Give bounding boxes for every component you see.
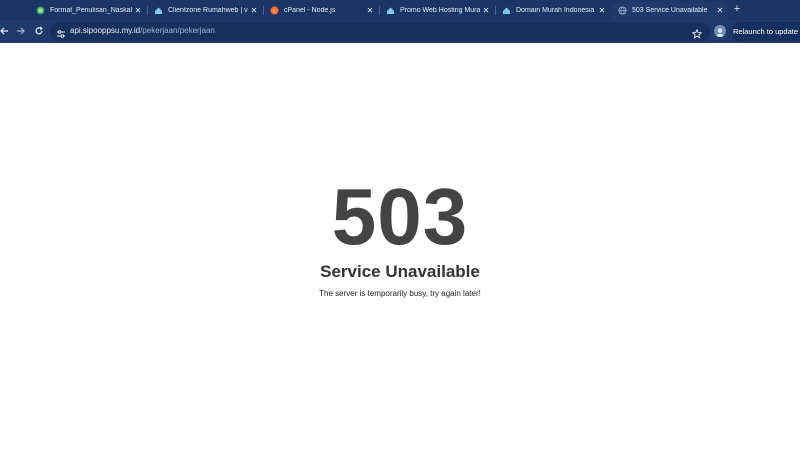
address-bar[interactable]: api.sipooppsu.my.id/pekerjaan/pekerjaan bbox=[50, 22, 710, 41]
close-icon[interactable]: ✕ bbox=[132, 6, 144, 15]
globe-icon bbox=[618, 6, 627, 15]
tab-cpanel[interactable]: c cPanel - Node.js ✕ bbox=[264, 1, 378, 20]
relaunch-button[interactable]: Relaunch to update bbox=[731, 22, 800, 41]
browser-chrome: Format_Penulisan_Naskah_J ✕ Clientzone R… bbox=[0, 0, 800, 43]
url-path: /pekerjaan/pekerjaan bbox=[140, 26, 215, 35]
tab-title: Domain Murah Indonesia Mul bbox=[516, 7, 596, 14]
tab-title: cPanel - Node.js bbox=[284, 7, 336, 14]
profile-avatar[interactable] bbox=[714, 25, 726, 37]
rumahweb-icon bbox=[154, 6, 163, 15]
tab-title: 503 Service Unavailable bbox=[632, 7, 708, 14]
reload-icon[interactable] bbox=[32, 24, 46, 38]
rumahweb-icon bbox=[386, 6, 395, 15]
rumahweb-icon bbox=[502, 6, 511, 15]
bookmark-star-icon[interactable] bbox=[691, 26, 703, 39]
close-icon[interactable]: ✕ bbox=[714, 6, 726, 15]
close-icon[interactable]: ✕ bbox=[596, 6, 608, 15]
close-icon[interactable]: ✕ bbox=[480, 6, 492, 15]
error-code: 503 bbox=[331, 172, 469, 261]
error-heading: Service Unavailable bbox=[320, 262, 480, 281]
url-text: api.sipooppsu.my.id/pekerjaan/pekerjaan bbox=[70, 26, 215, 35]
close-icon[interactable]: ✕ bbox=[364, 6, 376, 15]
cpanel-icon: c bbox=[270, 6, 279, 15]
toolbar: api.sipooppsu.my.id/pekerjaan/pekerjaan … bbox=[0, 20, 800, 43]
google-sheets-icon bbox=[36, 6, 45, 15]
url-domain: api.sipooppsu.my.id bbox=[70, 26, 141, 35]
tab-promo-hosting[interactable]: Promo Web Hosting Murah Te ✕ bbox=[380, 1, 494, 20]
tab-domain-murah[interactable]: Domain Murah Indonesia Mul ✕ bbox=[496, 1, 610, 20]
page-content: 503 Service Unavailable The server is te… bbox=[0, 43, 800, 476]
tab-format-penulisan[interactable]: Format_Penulisan_Naskah_J ✕ bbox=[30, 1, 146, 20]
new-tab-button[interactable]: + bbox=[730, 2, 744, 16]
tab-title: Promo Web Hosting Murah Te bbox=[400, 7, 480, 14]
tab-clientzone[interactable]: Clientzone Rumahweb | v1.1 ✕ bbox=[148, 1, 262, 20]
error-message: The server is temporarily busy, try agai… bbox=[319, 289, 481, 298]
close-icon[interactable]: ✕ bbox=[248, 6, 260, 15]
tab-title: Format_Penulisan_Naskah_J bbox=[50, 7, 132, 14]
tab-title: Clientzone Rumahweb | v1.1 bbox=[168, 7, 248, 14]
tab-strip: Format_Penulisan_Naskah_J ✕ Clientzone R… bbox=[0, 0, 800, 20]
forward-arrow-icon[interactable] bbox=[14, 24, 28, 38]
site-info-icon[interactable] bbox=[56, 26, 66, 38]
back-arrow-icon[interactable] bbox=[0, 24, 11, 38]
tab-503-service-unavailable[interactable]: 503 Service Unavailable ✕ bbox=[612, 1, 728, 20]
